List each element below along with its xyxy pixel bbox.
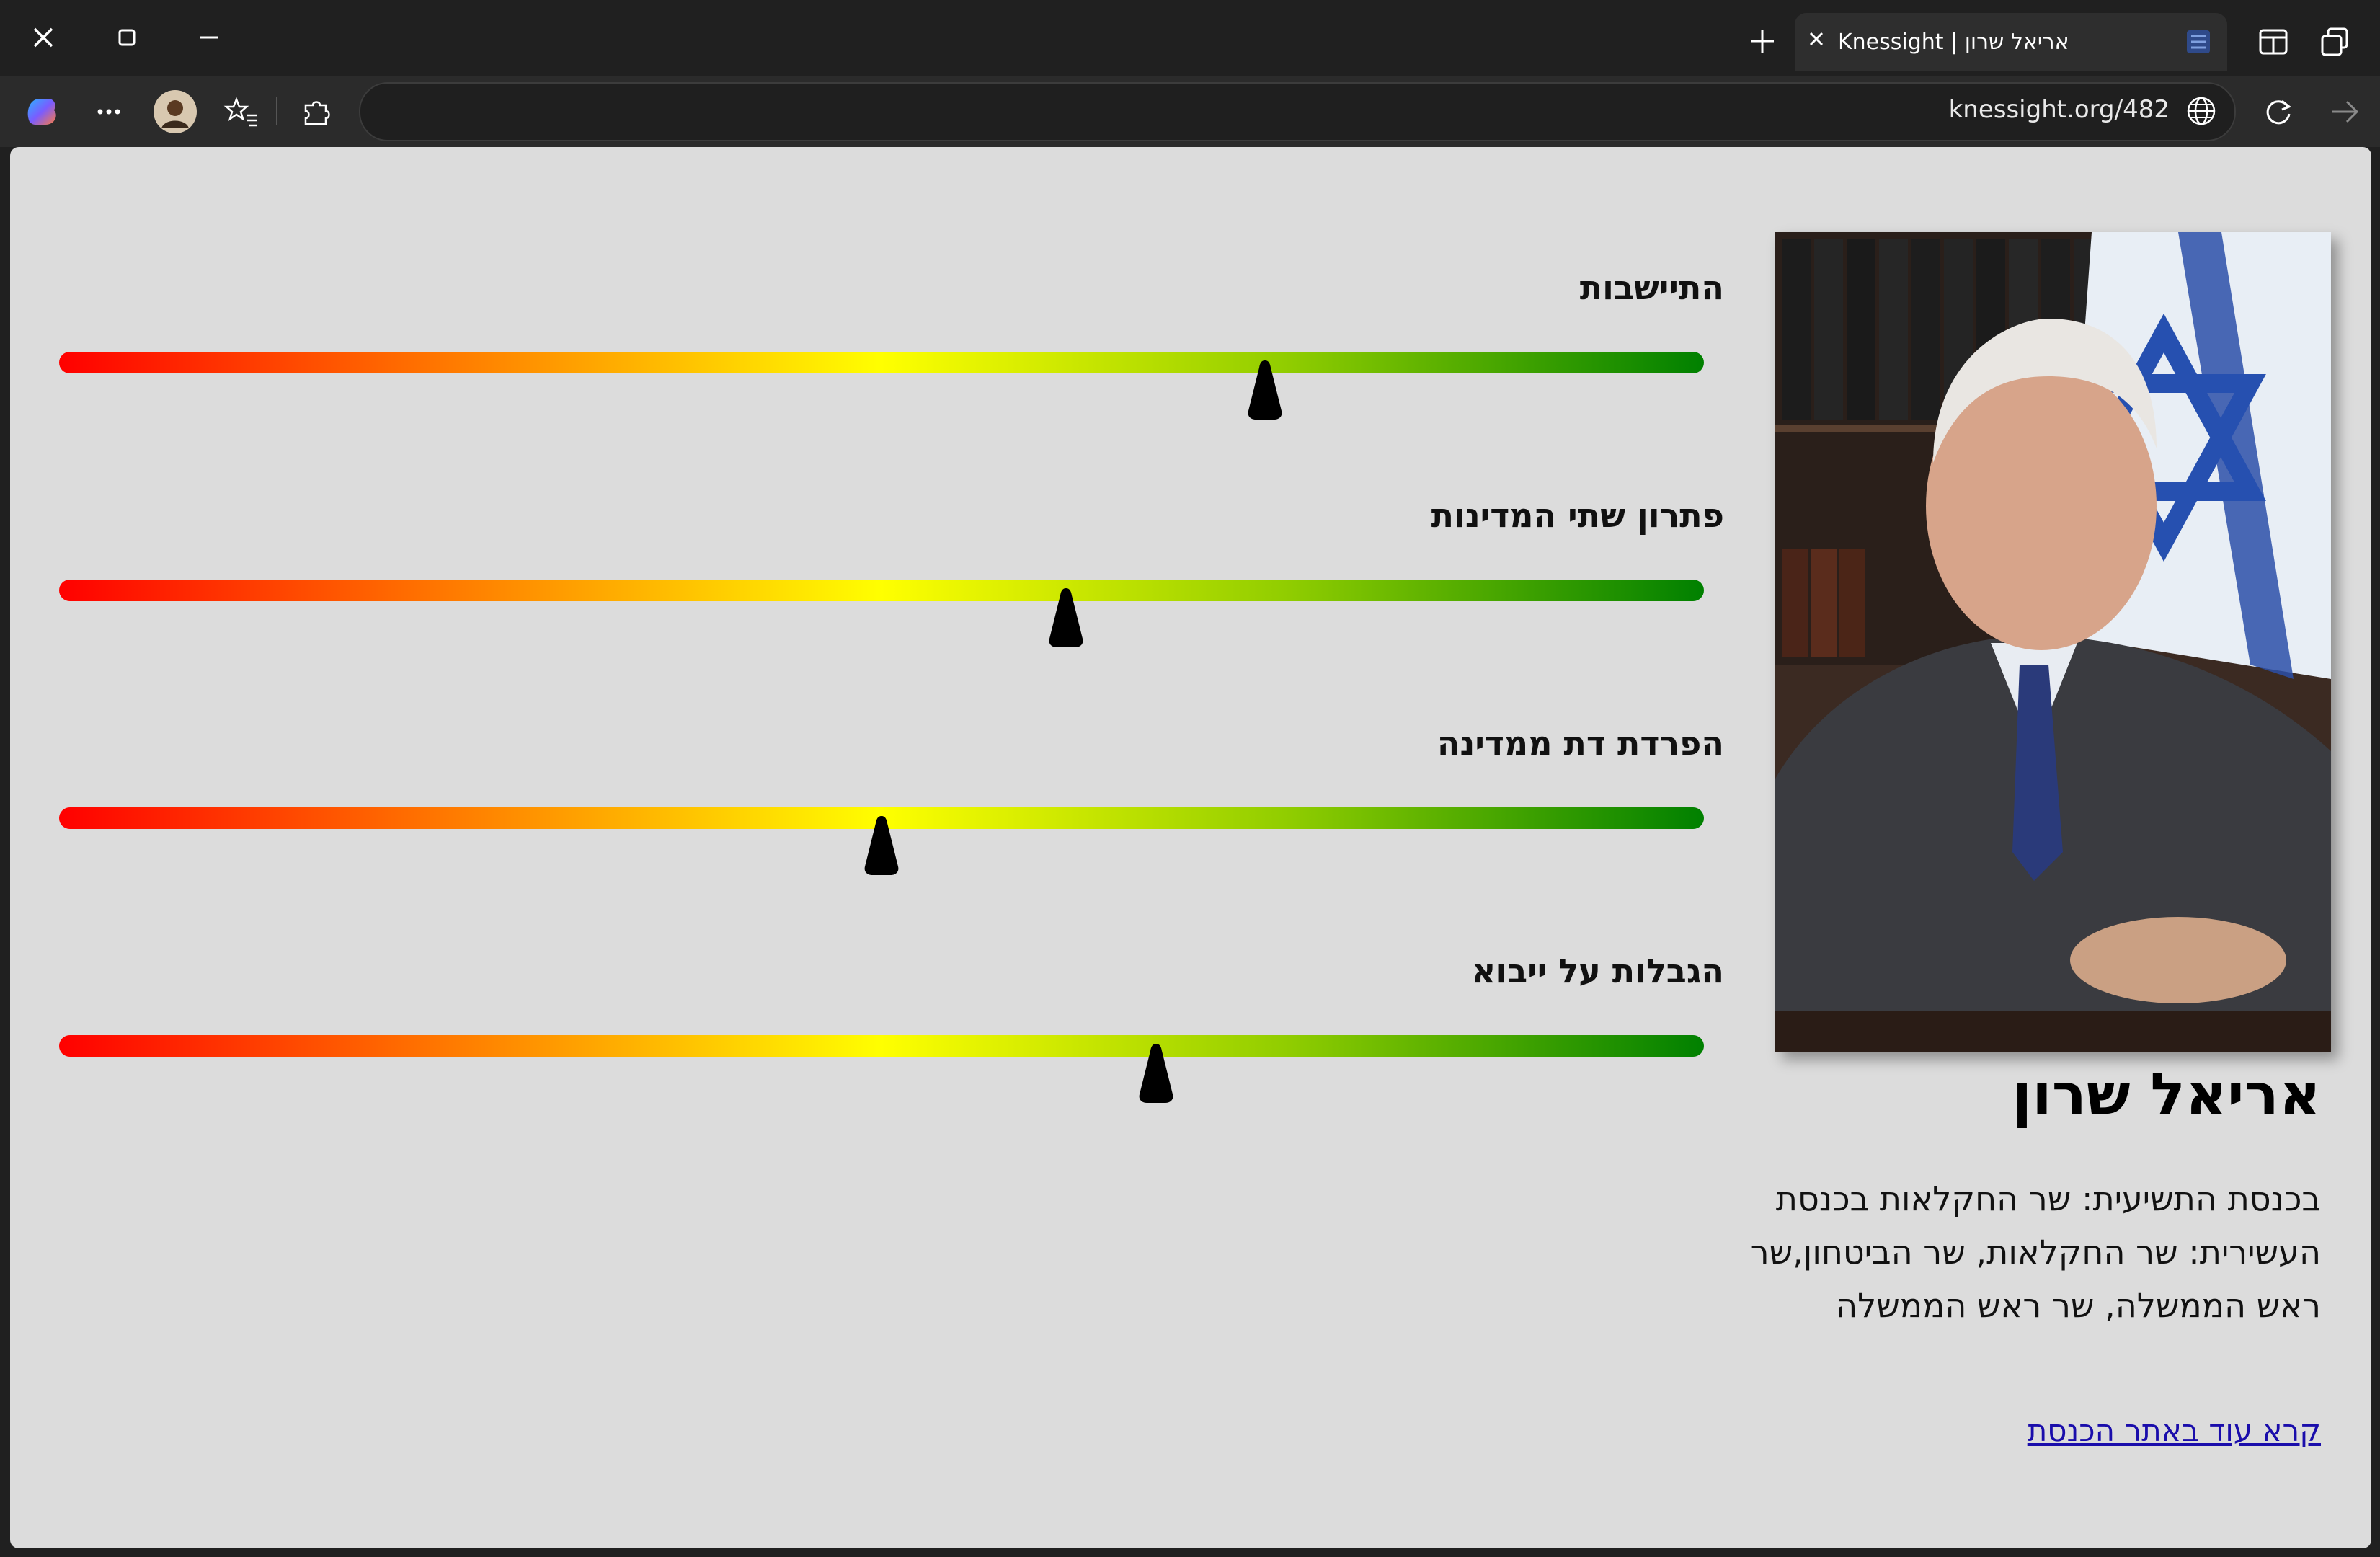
close-icon (33, 27, 53, 48)
copilot-icon (27, 99, 56, 125)
politician-name: אריאל שרון (2012, 1061, 2321, 1128)
avatar (154, 90, 197, 133)
refresh-icon (2266, 99, 2291, 125)
minimize-window-button[interactable] (180, 14, 238, 61)
more-icon (97, 109, 120, 115)
url-text: knessight.org/482 (1948, 95, 2170, 124)
page-viewport: התיישבות פתרון שתי המדינות הפרדת דת ממדי… (10, 147, 2371, 1548)
plus-icon (1751, 30, 1774, 53)
address-bar[interactable]: knessight.org/482 (359, 82, 2236, 141)
more-options-button[interactable] (84, 86, 134, 137)
sidebar-layout-icon[interactable] (2253, 22, 2294, 62)
slider-track[interactable] (59, 352, 1704, 373)
knesset-site-link[interactable]: קרא עוד באתר הכנסת (2028, 1413, 2321, 1448)
slider-thumb[interactable] (1137, 1044, 1176, 1103)
arrow-right-icon (2332, 100, 2359, 123)
slider-label: הגבלות על ייבוא (1471, 952, 1724, 990)
close-icon (1809, 32, 1824, 46)
puzzle-icon (304, 101, 330, 125)
tab-close-button[interactable] (1795, 27, 1838, 56)
slider-label: הפרדת דת ממדינה (1437, 724, 1724, 763)
new-tab-button[interactable] (1737, 16, 1788, 66)
title-bar: Knessight | אריאל שרון (0, 0, 2380, 76)
close-window-button[interactable] (14, 14, 72, 61)
portrait-image (1775, 232, 2331, 1052)
maximize-icon (118, 29, 136, 46)
slider-thumb[interactable] (1047, 588, 1085, 647)
slider-label: פתרון שתי המדינות (1431, 496, 1724, 535)
refresh-button[interactable] (2253, 86, 2304, 137)
toolbar-divider (276, 97, 277, 125)
favorites-button[interactable] (216, 86, 267, 137)
extensions-button[interactable] (291, 86, 342, 137)
slider-thumb[interactable] (1245, 360, 1284, 420)
active-tab[interactable]: Knessight | אריאל שרון (1795, 13, 2227, 71)
politician-photo (1775, 232, 2331, 1052)
tab-title: Knessight | אריאל שרון (1838, 29, 2069, 55)
site-favicon-icon (2187, 30, 2210, 53)
slider-track[interactable] (59, 580, 1704, 601)
globe-icon[interactable] (2183, 92, 2220, 130)
minimize-icon (200, 36, 218, 39)
star-list-icon (223, 97, 257, 127)
profile-button[interactable] (150, 86, 200, 137)
slider-track[interactable] (59, 1035, 1704, 1057)
tab-actions-icon[interactable] (2315, 22, 2355, 62)
politician-roles: בכנסת התשיעית: שר החקלאות בכנסת העשירית:… (1750, 1179, 2321, 1325)
forward-button[interactable] (2319, 86, 2370, 137)
copilot-button[interactable] (16, 86, 66, 137)
slider-thumb[interactable] (862, 816, 901, 875)
maximize-window-button[interactable] (98, 14, 156, 61)
slider-label: התיישבות (1579, 268, 1724, 307)
